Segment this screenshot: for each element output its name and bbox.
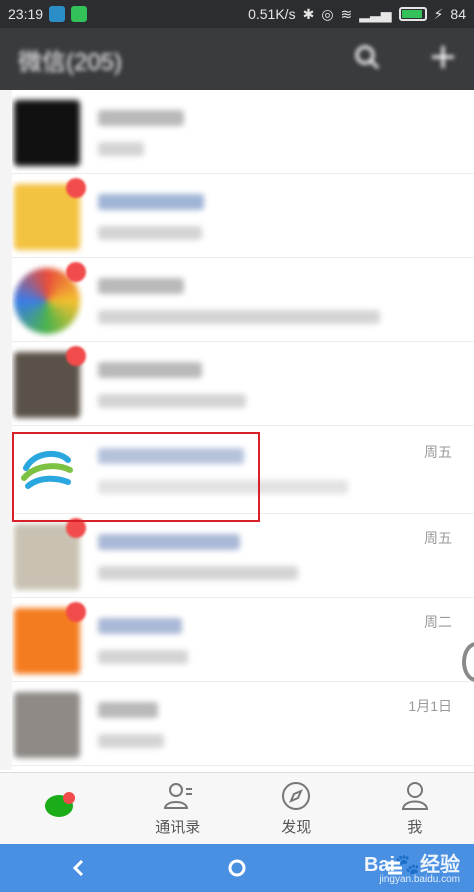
unread-badge bbox=[66, 518, 86, 538]
chat-preview bbox=[98, 566, 298, 580]
tab-label: 通讯录 bbox=[155, 819, 201, 836]
chat-preview bbox=[98, 480, 348, 494]
person-icon bbox=[401, 782, 428, 810]
chat-preview bbox=[98, 394, 246, 408]
chat-avatar bbox=[14, 100, 80, 166]
chat-avatar bbox=[14, 692, 80, 758]
plus-icon[interactable] bbox=[430, 44, 456, 75]
baidu-watermark: Bai🐾经验 bbox=[363, 854, 460, 876]
page-title: 微信(205) bbox=[18, 48, 123, 76]
home-button[interactable] bbox=[217, 848, 257, 888]
chat-name bbox=[98, 278, 184, 294]
chat-name bbox=[98, 362, 202, 378]
bottom-tab-bar: 通讯录 发现 我 bbox=[0, 772, 474, 844]
search-icon[interactable] bbox=[354, 44, 380, 75]
bluetooth-icon: ✱ bbox=[302, 5, 315, 22]
chat-name bbox=[98, 194, 204, 210]
chat-row[interactable] bbox=[0, 342, 474, 426]
chat-row[interactable]: 周五 bbox=[0, 428, 474, 514]
unread-badge bbox=[66, 602, 86, 622]
tab-chats[interactable] bbox=[0, 773, 119, 844]
status-time: 23:19 bbox=[8, 6, 44, 22]
chat-preview bbox=[98, 310, 380, 324]
chat-row[interactable]: 周五 bbox=[0, 514, 474, 598]
tab-me[interactable]: 我 bbox=[356, 773, 474, 844]
chat-row[interactable] bbox=[0, 174, 474, 258]
chat-preview bbox=[98, 226, 202, 240]
chat-name bbox=[98, 702, 158, 718]
charging-icon: ⚡ bbox=[433, 5, 444, 22]
chat-name bbox=[98, 618, 182, 634]
chat-row[interactable]: 1月1日 bbox=[0, 682, 474, 766]
chat-row[interactable] bbox=[0, 90, 474, 174]
signal-icon: ▂▃▅ bbox=[359, 5, 392, 22]
status-bar: 23:19 0.51K/s ✱ ◎ ≋ ▂▃▅ ⚡ 84 bbox=[0, 0, 474, 28]
unread-badge bbox=[66, 178, 86, 198]
tab-discover[interactable]: 发现 bbox=[237, 773, 356, 844]
alarm-icon: ◎ bbox=[321, 5, 334, 22]
usb-icon bbox=[49, 6, 66, 22]
chat-name bbox=[98, 534, 240, 550]
chat-name bbox=[98, 448, 244, 464]
chat-time: 周五 bbox=[424, 444, 452, 460]
chat-bubble-icon bbox=[45, 791, 76, 817]
overlay-edge bbox=[0, 90, 12, 770]
app-header: 微信(205) bbox=[0, 28, 474, 90]
chat-time: 1月1日 bbox=[408, 698, 452, 714]
unread-badge bbox=[66, 262, 86, 282]
battery-icon bbox=[398, 7, 427, 21]
battery-level: 84 bbox=[450, 6, 466, 22]
chat-name bbox=[98, 110, 184, 126]
tab-contacts[interactable]: 通讯录 bbox=[119, 773, 238, 844]
china-mobile-logo-icon bbox=[14, 438, 80, 504]
tab-label: 我 bbox=[407, 819, 423, 836]
chat-preview bbox=[98, 650, 188, 664]
baidu-watermark-url: jingyan.baidu.com bbox=[379, 874, 460, 885]
unread-badge bbox=[66, 346, 86, 366]
compass-icon bbox=[282, 782, 311, 810]
chat-time: 周二 bbox=[424, 614, 452, 630]
contacts-icon bbox=[163, 783, 192, 809]
chat-preview bbox=[98, 142, 144, 156]
network-speed: 0.51K/s bbox=[248, 6, 296, 22]
back-button[interactable] bbox=[59, 848, 99, 888]
wifi-icon: ≋ bbox=[340, 5, 353, 22]
chat-preview bbox=[98, 734, 164, 748]
message-notification-icon bbox=[71, 6, 88, 22]
chat-row[interactable] bbox=[0, 258, 474, 342]
tab-label: 发现 bbox=[281, 819, 312, 836]
chat-list: 周五 周五 周二 1月1日 bbox=[0, 90, 474, 772]
chat-row[interactable]: 周二 bbox=[0, 598, 474, 682]
chat-time: 周五 bbox=[424, 530, 452, 546]
